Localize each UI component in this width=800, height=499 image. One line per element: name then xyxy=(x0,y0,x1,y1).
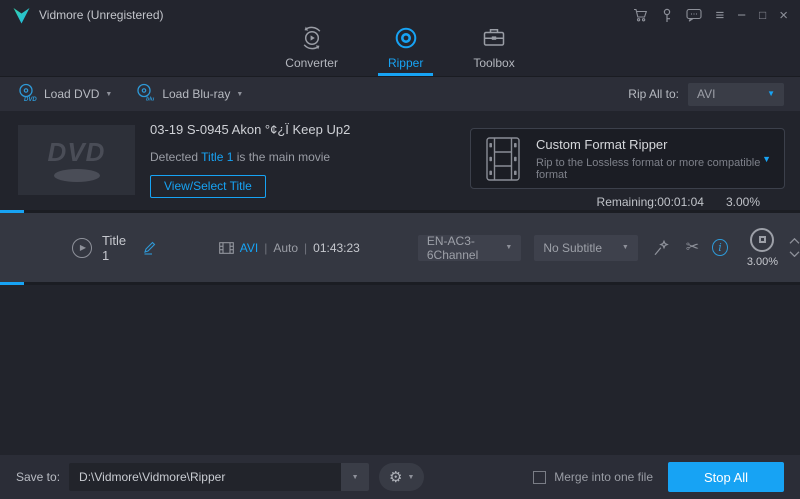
load-bluray-chevron-icon: ▼ xyxy=(236,90,244,98)
custom-format-ripper-panel[interactable]: Custom Format Ripper Rip to the Lossless… xyxy=(470,128,785,189)
menu-icon[interactable]: ≡ xyxy=(715,8,724,23)
tab-ripper[interactable]: Ripper xyxy=(376,21,435,76)
remaining-time: Remaining:00:01:04 xyxy=(596,195,704,209)
list-scroll-controls xyxy=(789,238,800,257)
rip-all-to-chevron-icon: ▼ xyxy=(767,89,775,98)
stop-task-button[interactable] xyxy=(750,227,775,252)
save-to-label: Save to: xyxy=(16,470,61,484)
bottombar: Save to: D:\Vidmore\Vidmore\Ripper ▼ ⚙ ▼… xyxy=(0,455,800,499)
title-name: Title 1 xyxy=(102,232,127,263)
tab-toolbox[interactable]: Toolbox xyxy=(461,21,526,76)
output-format-value[interactable]: AVI xyxy=(240,241,258,255)
tab-toolbox-label: Toolbox xyxy=(473,56,515,70)
close-button[interactable]: × xyxy=(779,8,788,23)
merge-checkbox[interactable] xyxy=(533,470,547,484)
cut-scissors-icon[interactable]: ✂ xyxy=(686,239,699,256)
output-settings-button[interactable]: ⚙ ▼ xyxy=(379,463,425,491)
film-frame-icon xyxy=(218,241,234,254)
rip-all-to-label: Rip All to: xyxy=(628,87,679,101)
dvd-thumbnail: DVD xyxy=(18,125,135,195)
stop-all-button[interactable]: Stop All xyxy=(668,462,784,492)
rename-pencil-icon[interactable] xyxy=(142,241,157,255)
dvd-disc-icon: DVD xyxy=(16,83,38,105)
detected-prefix: Detected xyxy=(150,150,202,164)
separator: | xyxy=(264,240,268,255)
row-percent: 3.00% xyxy=(746,255,779,268)
source-info-section: DVD 03-19 S-0945 Akon °¢¿Ï Keep Up2 Dete… xyxy=(0,111,800,210)
tab-converter[interactable]: Converter xyxy=(273,21,350,76)
merge-label: Merge into one file xyxy=(554,470,653,484)
save-path-dropdown-button[interactable]: ▼ xyxy=(341,463,370,491)
format-info-group: AVI | Auto | 01:43:23 xyxy=(218,240,360,255)
merge-into-one-file-option[interactable]: Merge into one file xyxy=(533,470,653,484)
load-bluray-label: Load Blu-ray xyxy=(162,87,231,101)
cart-icon[interactable] xyxy=(633,8,648,22)
dvd-logo-text: DVD xyxy=(47,136,106,167)
source-title: 03-19 S-0945 Akon °¢¿Ï Keep Up2 xyxy=(150,122,351,137)
gear-icon: ⚙ xyxy=(389,468,403,486)
app-window: Vidmore (Unregistered) ≡ − □ × Converter… xyxy=(0,0,800,499)
scroll-down-icon[interactable] xyxy=(789,251,800,257)
separator: | xyxy=(304,240,308,255)
audio-track-value: EN-AC3-6Channel xyxy=(426,233,479,262)
rip-all-to-select[interactable]: AVI ▼ xyxy=(688,82,784,106)
detected-suffix: is the main movie xyxy=(233,150,331,164)
progress-summary: Remaining:00:01:04 3.00% xyxy=(597,195,760,209)
subtitle-track-select[interactable]: No Subtitle ▼ xyxy=(534,234,638,261)
subtitle-track-value: No Subtitle xyxy=(543,240,603,255)
media-info-icon[interactable]: i xyxy=(712,239,728,256)
tab-ripper-label: Ripper xyxy=(387,56,424,70)
svg-text:DVD: DVD xyxy=(24,97,37,102)
load-dvd-label: Load DVD xyxy=(44,87,100,101)
vidmore-logo-icon xyxy=(12,7,31,24)
audio-track-select[interactable]: EN-AC3-6Channel ▼ xyxy=(417,233,522,262)
title-duration: 01:43:23 xyxy=(313,240,360,255)
rip-all-to-group: Rip All to: AVI ▼ xyxy=(628,82,784,106)
titlebar-controls: ≡ − □ × xyxy=(633,8,788,23)
bluray-disc-icon: blu xyxy=(134,83,156,105)
source-meta: 03-19 S-0945 Akon °¢¿Ï Keep Up2 Detected… xyxy=(150,122,350,198)
ripper-icon xyxy=(393,25,419,54)
toolbox-icon xyxy=(481,25,507,54)
feedback-icon[interactable] xyxy=(686,8,703,22)
filmstrip-icon xyxy=(484,136,522,182)
format-panel-subtitle: Rip to the Lossless format or more compa… xyxy=(536,156,761,181)
audio-track-chevron-icon: ▼ xyxy=(505,244,513,251)
load-dvd-chevron-icon: ▼ xyxy=(105,90,113,98)
minimize-button[interactable]: − xyxy=(737,8,746,23)
format-panel-chevron-icon[interactable]: ▼ xyxy=(762,154,771,164)
play-preview-button[interactable]: ▶ xyxy=(72,237,92,258)
view-select-title-button[interactable]: View/Select Title xyxy=(150,175,266,198)
maximize-button[interactable]: □ xyxy=(759,9,766,21)
detected-line: Detected Title 1 is the main movie xyxy=(150,150,350,164)
stop-square-icon xyxy=(758,236,766,243)
row-progress-block: 3.00% xyxy=(746,227,779,268)
title-row: ▶ Title 1 AVI | Auto | 01:43:23 EN-AC3-6… xyxy=(0,213,800,282)
subtitle-track-chevron-icon: ▼ xyxy=(621,244,629,251)
save-path-value: D:\Vidmore\Vidmore\Ripper xyxy=(79,470,226,484)
empty-workspace xyxy=(0,285,800,455)
rip-all-to-value: AVI xyxy=(697,87,716,101)
svg-text:blu: blu xyxy=(146,97,155,103)
detected-title-link[interactable]: Title 1 xyxy=(201,150,233,164)
settings-chevron-icon: ▼ xyxy=(407,473,415,481)
dvd-disc-shape xyxy=(53,168,100,182)
total-percent: 3.00% xyxy=(725,195,760,209)
edit-effects-wand-icon[interactable] xyxy=(653,239,671,256)
ripper-toolbar: DVD Load DVD ▼ blu Load Blu-ray ▼ Rip Al… xyxy=(0,77,800,111)
register-key-icon[interactable] xyxy=(661,8,673,23)
load-bluray-button[interactable]: blu Load Blu-ray ▼ xyxy=(134,83,243,105)
app-title: Vidmore (Unregistered) xyxy=(39,8,164,22)
save-path-chevron-icon: ▼ xyxy=(351,473,359,481)
load-dvd-button[interactable]: DVD Load DVD ▼ xyxy=(16,83,112,105)
scroll-up-icon[interactable] xyxy=(789,238,800,244)
format-panel-text: Custom Format Ripper Rip to the Lossless… xyxy=(536,137,762,181)
tab-converter-label: Converter xyxy=(285,56,338,70)
save-path-combobox[interactable]: D:\Vidmore\Vidmore\Ripper ▼ xyxy=(69,463,370,491)
main-tabbar: Converter Ripper Toolbox xyxy=(0,26,800,77)
quality-mode: Auto xyxy=(273,240,299,255)
converter-icon xyxy=(299,25,325,54)
format-panel-title: Custom Format Ripper xyxy=(536,136,668,152)
